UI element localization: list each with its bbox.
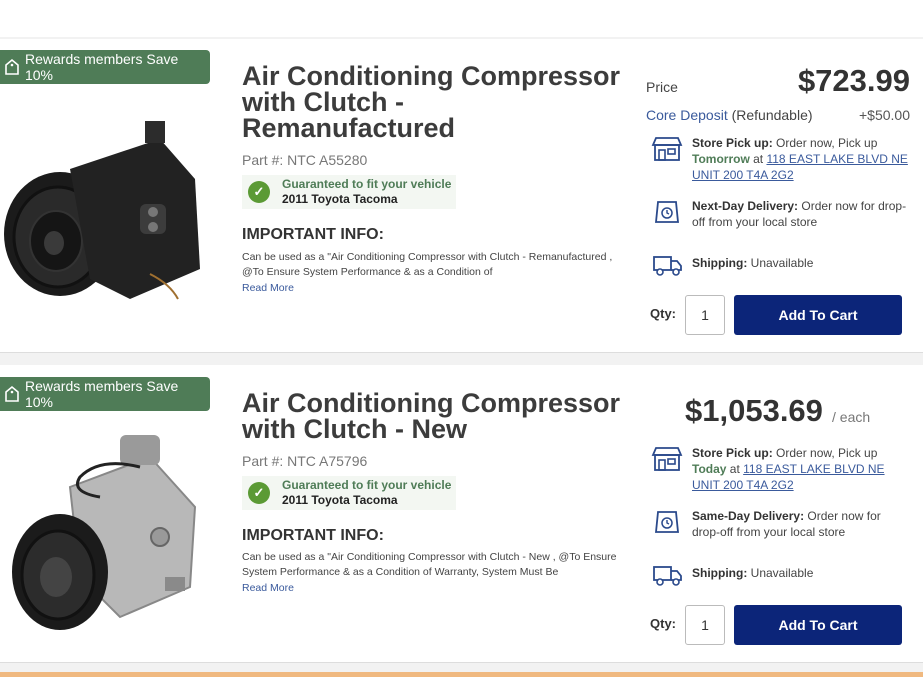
price-label: Price [646,79,678,95]
store-icon [651,137,683,161]
delivery-option: Next-Day Delivery: Order now for drop-of… [650,198,910,230]
tag-icon [5,385,19,402]
check-circle-icon: ✓ [248,181,270,203]
important-info-text: Can be used as a "Air Conditioning Compr… [242,251,613,278]
store-pickup: Store Pick up: Order now, Pick up Today … [650,445,910,493]
shipping-text: Unavailable [747,566,814,580]
shipping-option: Shipping: Unavailable [650,561,910,589]
pickup-text: Order now, Pick up [772,136,878,150]
product-card: Rewards members Save 10% Air Conditionin… [0,365,923,663]
shipping-label: Shipping: [692,566,748,580]
core-deposit: Core Deposit (Refundable) [646,107,813,123]
delivery-clock-icon [655,201,679,223]
core-deposit-note: (Refundable) [727,107,813,123]
qty-label: Qty: [650,306,676,321]
bottom-strip [0,672,923,677]
check-circle-icon: ✓ [248,482,270,504]
read-more-link[interactable]: Read More [242,582,294,594]
store-pickup: Store Pick up: Order now, Pick up Tomorr… [650,135,910,183]
pickup-when: Today [692,462,727,476]
price: $1,053.69 [685,393,823,428]
product-image[interactable] [0,427,210,637]
delivery-clock-icon [655,511,679,533]
delivery-label: Same-Day Delivery: [692,509,805,523]
pickup-at: at [749,152,767,166]
fit-guarantee-text: Guaranteed to fit your vehicle [282,478,452,492]
fit-guarantee: ✓ Guaranteed to fit your vehicle 2011 To… [242,175,456,209]
delivery-option: Same-Day Delivery: Order now for drop-of… [650,508,910,540]
rewards-badge: Rewards members Save 10% [0,50,210,84]
important-info-text: Can be used as a "Air Conditioning Compr… [242,551,617,578]
product-card: Rewards members Save 10% Air Conditionin… [0,39,923,353]
top-bar [0,0,923,37]
vehicle-name: 2011 Toyota Tacoma [282,493,398,507]
add-to-cart-button[interactable]: Add To Cart [734,605,902,645]
qty-label: Qty: [650,616,676,631]
add-to-cart-button[interactable]: Add To Cart [734,295,902,335]
shipping-truck-icon [653,566,682,586]
pickup-at: at [726,462,744,476]
vehicle-name: 2011 Toyota Tacoma [282,192,398,206]
rewards-badge: Rewards members Save 10% [0,377,210,411]
tag-icon [5,58,19,75]
core-deposit-amount: +$50.00 [859,107,910,123]
fit-guarantee-text: Guaranteed to fit your vehicle [282,177,452,191]
delivery-label: Next-Day Delivery: [692,199,799,213]
price: $723.99 [797,63,910,98]
product-title[interactable]: Air Conditioning Compressor with Clutch … [242,63,622,142]
important-info-heading: IMPORTANT INFO: [242,226,384,243]
pickup-when: Tomorrow [692,152,750,166]
product-image[interactable] [0,109,210,309]
rewards-badge-text: Rewards members Save 10% [24,378,179,410]
pickup-label: Store Pick up: [692,136,773,150]
pickup-text: Order now, Pick up [772,446,878,460]
rewards-badge-text: Rewards members Save 10% [24,51,179,83]
shipping-text: Unavailable [747,256,814,270]
price-unit: / each [832,409,871,425]
store-icon [651,447,683,471]
important-info-heading: IMPORTANT INFO: [242,527,384,544]
qty-input[interactable]: 1 [685,295,725,335]
part-number: Part #: NTC A75796 [242,453,368,469]
fit-guarantee: ✓ Guaranteed to fit your vehicle 2011 To… [242,476,456,510]
shipping-label: Shipping: [692,256,748,270]
shipping-option: Shipping: Unavailable [650,251,910,279]
product-title[interactable]: Air Conditioning Compressor with Clutch … [242,390,622,443]
part-number: Part #: NTC A55280 [242,152,368,168]
core-deposit-link[interactable]: Core Deposit [646,107,728,123]
read-more-link[interactable]: Read More [242,282,294,294]
qty-input[interactable]: 1 [685,605,725,645]
pickup-label: Store Pick up: [692,446,773,460]
shipping-truck-icon [653,256,682,276]
